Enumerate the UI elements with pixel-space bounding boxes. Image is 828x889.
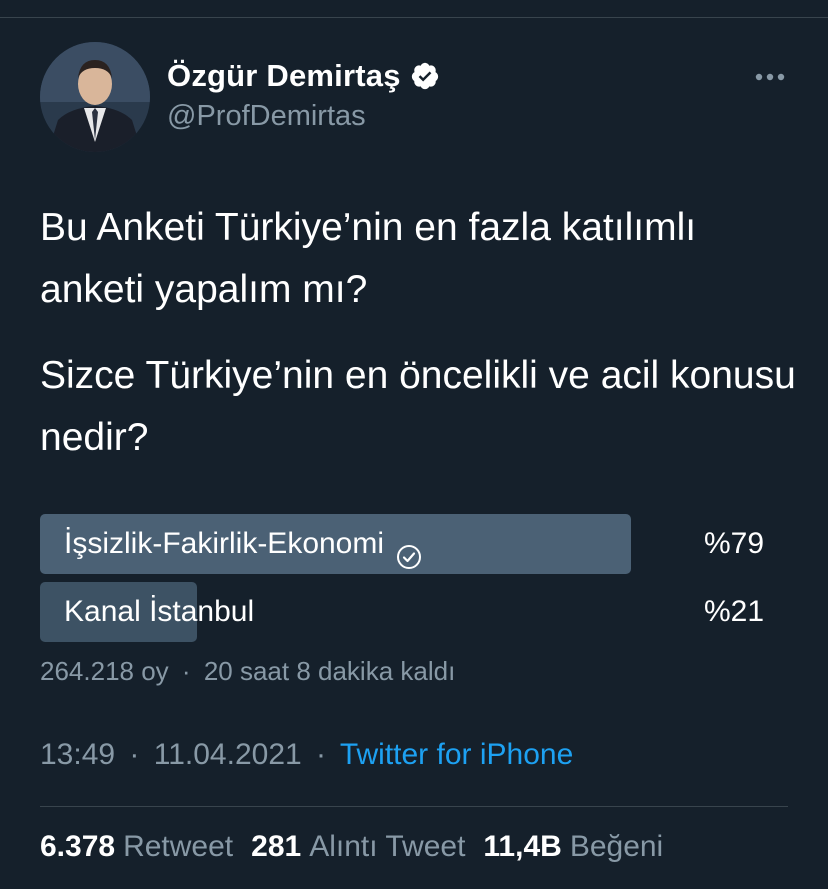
timestamp-row: 13:49 · 11.04.2021 · Twitter for iPhone (40, 738, 573, 772)
avatar-portrait-icon (40, 42, 150, 152)
top-divider (0, 17, 828, 18)
retweets-stat[interactable]: 6.378 Retweet (40, 830, 233, 864)
likes-label: Beğeni (569, 830, 664, 863)
tweet-time[interactable]: 13:49 (40, 738, 115, 771)
stats-divider (40, 806, 788, 807)
poll-option-label-wrap: Kanal İstanbul (64, 582, 254, 642)
quotes-label: Alıntı Tweet (309, 830, 466, 863)
separator: · (316, 738, 327, 771)
poll-option-percent: %21 (703, 595, 764, 628)
poll-option-label-wrap: İşsizlik-Fakirlik-Ekonomi (64, 514, 422, 574)
tweet-text-paragraph: Sizce Türkiye’nin en öncelikli ve acil k… (40, 354, 796, 459)
engagement-stats: 6.378 Retweet 281 Alıntı Tweet 11,4B Beğeni (40, 830, 681, 864)
tweet-date[interactable]: 11.04.2021 (154, 738, 302, 771)
tweet-text-paragraph: Bu Anketi Türkiye’nin en fazla katılımlı… (40, 206, 697, 311)
check-circle-icon (396, 531, 422, 569)
retweets-count: 6.378 (40, 830, 116, 863)
verified-badge-icon (410, 61, 440, 91)
poll-option: Kanal İstanbul %21 (40, 582, 788, 642)
poll-time-left: 20 saat 8 dakika kaldı (203, 656, 456, 686)
retweets-label: Retweet (123, 830, 234, 863)
poll-option-label: İşsizlik-Fakirlik-Ekonomi (64, 527, 385, 560)
author-display-name[interactable]: Özgür Demirtaş (167, 58, 401, 94)
likes-stat[interactable]: 11,4B Beğeni (483, 830, 663, 864)
more-options-icon[interactable] (752, 64, 788, 90)
avatar[interactable] (40, 42, 150, 152)
separator: · (181, 656, 191, 686)
separator: · (129, 738, 140, 771)
poll-option-percent: %79 (703, 527, 764, 560)
author-handle[interactable]: @ProfDemirtas (167, 100, 366, 133)
likes-count: 11,4B (483, 830, 562, 863)
poll-option-label: Kanal İstanbul (64, 595, 255, 628)
author-name-row[interactable]: Özgür Demirtaş (167, 56, 440, 96)
poll-vote-count: 264.218 oy (40, 656, 169, 686)
quotes-count: 281 (251, 830, 302, 863)
poll-meta: 264.218 oy · 20 saat 8 dakika kaldı (40, 656, 455, 687)
quotes-stat[interactable]: 281 Alıntı Tweet (251, 830, 465, 864)
poll-option: İşsizlik-Fakirlik-Ekonomi %79 (40, 514, 788, 574)
tweet-source-link[interactable]: Twitter for iPhone (340, 738, 573, 771)
